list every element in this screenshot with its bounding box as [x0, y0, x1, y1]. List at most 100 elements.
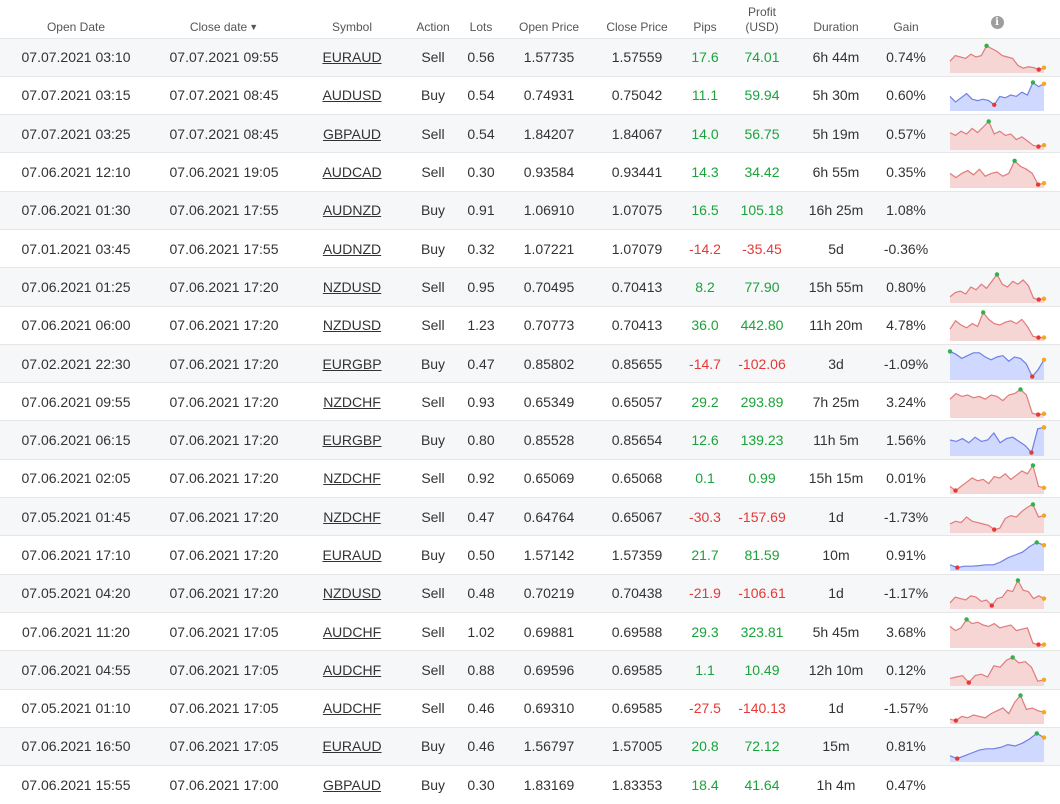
sparkline-area: [950, 121, 1044, 150]
cell-sparkline: [934, 689, 1060, 727]
symbol-link[interactable]: AUDNZD: [323, 202, 381, 218]
symbol-link[interactable]: AUDCHF: [323, 662, 381, 678]
col-profit[interactable]: Profit (USD): [730, 0, 794, 38]
cell-open-price: 1.57142: [523, 547, 575, 563]
cell-gain: 0.01%: [886, 470, 926, 487]
cell-profit: 442.80: [740, 317, 784, 334]
cell-action: Sell: [421, 278, 445, 295]
trade-sparkline: [949, 540, 1047, 571]
table-row[interactable]: 07.06.2021 16:50 07.06.2021 17:05 EURAUD Bu…: [0, 727, 1060, 766]
cell-open-date: 07.05.2021 01:45: [21, 508, 131, 525]
symbol-link[interactable]: EURGBP: [322, 432, 381, 448]
table-row[interactable]: 07.06.2021 09:55 07.06.2021 17:20 NZDCHF Se…: [0, 382, 1060, 421]
col-open-price[interactable]: Open Price: [504, 0, 594, 38]
symbol-link[interactable]: AUDUSD: [322, 87, 381, 103]
sparkline-max-point: [1012, 158, 1017, 164]
sort-desc-icon: ▼: [249, 21, 259, 32]
table-row[interactable]: 07.05.2021 01:45 07.06.2021 17:20 NZDCHF Se…: [0, 497, 1060, 536]
table-row[interactable]: 07.06.2021 01:30 07.06.2021 17:55 AUDNZD Bu…: [0, 191, 1060, 230]
col-action[interactable]: Action: [408, 0, 458, 38]
table-row[interactable]: 07.06.2021 12:10 07.06.2021 19:05 AUDCAD Se…: [0, 152, 1060, 192]
table-row[interactable]: 07.06.2021 04:55 07.06.2021 17:05 AUDCHF Se…: [0, 650, 1060, 690]
cell-profit: -106.61: [738, 585, 786, 602]
sparkline-max-point: [980, 310, 986, 315]
symbol-link[interactable]: EURGBP: [322, 356, 381, 372]
sparkline-min-point: [966, 680, 971, 685]
table-row[interactable]: 07.06.2021 02:05 07.06.2021 17:20 NZDCHF Se…: [0, 459, 1060, 498]
cell-close-date: 07.06.2021 17:05: [169, 623, 279, 640]
table-row[interactable]: 07.06.2021 06:15 07.06.2021 17:20 EURGBP Bu…: [0, 420, 1060, 460]
cell-pips: 0.1: [695, 470, 715, 487]
table-row[interactable]: 07.06.2021 01:25 07.06.2021 17:20 NZDUSD Se…: [0, 267, 1060, 307]
cell-open-date: 07.06.2021 09:55: [21, 393, 131, 410]
trade-sparkline: [949, 616, 1047, 648]
trade-sparkline: [949, 501, 1047, 533]
cell-close-price: 1.57359: [611, 547, 663, 563]
table-row[interactable]: 07.01.2021 03:45 07.06.2021 17:55 AUDNZD Bu…: [0, 229, 1060, 268]
col-gain[interactable]: Gain: [878, 0, 934, 38]
cell-sparkline: [934, 229, 1060, 267]
col-duration[interactable]: Duration: [794, 0, 878, 38]
col-pips[interactable]: Pips: [680, 0, 730, 38]
cell-symbol: NZDUSD: [296, 574, 408, 612]
sparkline-end-point: [1041, 710, 1047, 715]
table-row[interactable]: 07.06.2021 15:55 07.06.2021 17:00 GBPAUD Bu…: [0, 765, 1060, 804]
col-close-price[interactable]: Close Price: [594, 0, 680, 38]
symbol-link[interactable]: NZDCHF: [323, 394, 381, 410]
cell-lots: 0.80: [467, 432, 495, 449]
cell-symbol: AUDUSD: [296, 76, 408, 114]
cell-sparkline: [934, 115, 1060, 153]
col-open-date[interactable]: Open Date: [0, 0, 152, 38]
cell-symbol: AUDCHF: [296, 689, 408, 727]
cell-duration: 11h 20m: [809, 317, 863, 334]
trade-sparkline: [947, 348, 1047, 380]
sparkline-min-point: [955, 565, 960, 570]
symbol-link[interactable]: GBPAUD: [323, 777, 381, 793]
cell-open-price: 0.70773: [523, 317, 575, 334]
symbol-link[interactable]: AUDCHF: [323, 624, 381, 640]
cell-lots: 0.47: [467, 508, 495, 525]
symbol-link[interactable]: AUDCAD: [322, 164, 381, 180]
table-row[interactable]: 07.07.2021 03:25 07.07.2021 08:45 GBPAUD Se…: [0, 114, 1060, 153]
symbol-link[interactable]: EURAUD: [322, 738, 381, 754]
cell-action: Sell: [421, 49, 445, 66]
table-row[interactable]: 07.06.2021 11:20 07.06.2021 17:05 AUDCHF Se…: [0, 612, 1060, 651]
table-row[interactable]: 07.07.2021 03:10 07.07.2021 09:55 EURAUD Se…: [0, 38, 1060, 77]
symbol-link[interactable]: NZDCHF: [323, 470, 381, 486]
col-lots[interactable]: Lots: [458, 0, 504, 38]
sparkline-min-point: [953, 718, 959, 723]
cell-profit: 59.94: [744, 87, 780, 104]
symbol-link[interactable]: GBPAUD: [323, 126, 381, 142]
symbol-link[interactable]: NZDUSD: [323, 279, 381, 295]
table-row[interactable]: 07.02.2021 22:30 07.06.2021 17:20 EURGBP Bu…: [0, 344, 1060, 383]
cell-profit: -35.45: [742, 240, 782, 257]
table-row[interactable]: 07.07.2021 03:15 07.07.2021 08:45 AUDUSD Bu…: [0, 76, 1060, 115]
cell-close-price: 0.69585: [611, 661, 663, 678]
table-row[interactable]: 07.06.2021 06:00 07.06.2021 17:20 NZDUSD Se…: [0, 306, 1060, 345]
cell-sparkline: [934, 344, 1060, 382]
symbol-link[interactable]: AUDCHF: [323, 700, 381, 716]
sparkline-min-point: [1036, 335, 1041, 341]
cell-gain: 0.12%: [886, 661, 926, 678]
table-row[interactable]: 07.05.2021 01:10 07.06.2021 17:05 AUDCHF Se…: [0, 689, 1060, 728]
sparkline-max-point: [1034, 731, 1039, 737]
cell-pips: 36.0: [691, 317, 719, 334]
cell-profit: 139.23: [740, 432, 784, 449]
cell-close-price: 0.65067: [611, 508, 663, 525]
table-row[interactable]: 07.05.2021 04:20 07.06.2021 17:20 NZDUSD Se…: [0, 574, 1060, 613]
cell-close-price: 0.69588: [611, 623, 663, 640]
symbol-link[interactable]: NZDCHF: [323, 509, 381, 525]
symbol-link[interactable]: EURAUD: [322, 547, 381, 563]
symbol-link[interactable]: NZDUSD: [323, 317, 381, 333]
cell-action: Buy: [420, 240, 446, 257]
info-icon[interactable]: i: [990, 15, 1004, 29]
col-symbol[interactable]: Symbol: [296, 0, 408, 38]
symbol-link[interactable]: EURAUD: [322, 49, 381, 65]
symbol-link[interactable]: NZDUSD: [323, 585, 381, 601]
symbol-link[interactable]: AUDNZD: [323, 241, 381, 257]
table-row[interactable]: 07.06.2021 17:10 07.06.2021 17:20 EURAUD Bu…: [0, 535, 1060, 575]
sparkline-min-point: [1035, 182, 1041, 187]
col-close-date[interactable]: Close date ▼: [152, 0, 296, 38]
sparkline-area: [950, 160, 1044, 189]
cell-symbol: GBPAUD: [296, 766, 408, 804]
